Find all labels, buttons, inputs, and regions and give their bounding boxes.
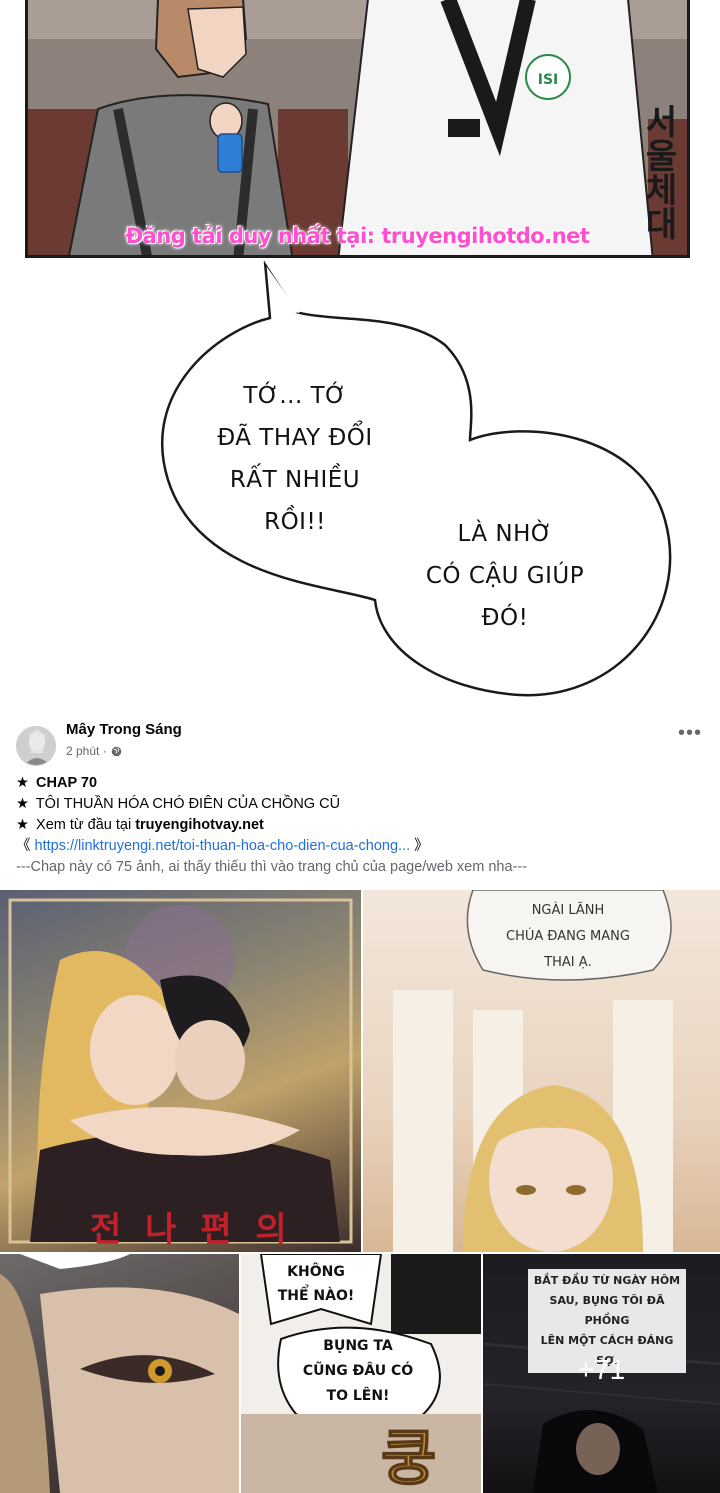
post-line-title: ★ TÔI THUẦN HÓA CHÓ ĐIÊN CỦA CHỒNG CŨ [16, 794, 706, 815]
post-time: 2 phút · [66, 744, 122, 758]
sound-effect: 쿵 [381, 1424, 436, 1493]
ellipsis-icon[interactable]: ••• [678, 723, 702, 743]
post-body: ★ CHAP 70 ★ TÔI THUẦN HÓA CHÓ ĐIÊN CỦA C… [16, 773, 706, 878]
avatar[interactable] [16, 726, 56, 766]
chapter-link[interactable]: https://linktruyengi.net/toi-thuan-hoa-c… [35, 838, 411, 854]
star-icon: ★ [16, 775, 29, 791]
photo-tile-3[interactable] [0, 1254, 239, 1493]
globe-icon [111, 746, 121, 756]
post-line-link: 《 https://linktruyengi.net/toi-thuan-hoa… [16, 838, 429, 854]
speech-bubbles [161, 258, 672, 697]
facebook-post: Mây Trong Sáng 2 phút · ••• ★ CHAP 70 ★ … [0, 708, 720, 890]
cover-title: 전 나 편 의 [90, 1210, 293, 1250]
more-photos-count[interactable]: +71 [483, 1354, 720, 1386]
photo-tile-4[interactable]: 쿵 KHÔNG THỂ NÀO! BỤNG TA CŨNG ĐÂU CÓ TO … [241, 1254, 481, 1493]
star-icon: ★ [16, 796, 29, 812]
photo-tile-5[interactable]: BẮT ĐẦU TỪ NGÀY HÔM SAU, BỤNG TÔI ĐÃ PHỒ… [483, 1254, 720, 1493]
post-line-note: ---Chap này có 75 ảnh, ai thấy thiếu thì… [16, 859, 528, 875]
photo-tile-2[interactable]: NGÀI LÃNH CHÚA ĐANG MANG THAI Ạ. [363, 890, 720, 1252]
tile-4-caption-a: KHÔNG THỂ NÀO! [277, 1264, 355, 1304]
speech-bubble-2: LÀ NHỜ CÓ CẬU GIÚP ĐÓ! [425, 521, 585, 631]
tile-2-caption: NGÀI LÃNH CHÚA ĐANG MANG THAI Ạ. [506, 903, 630, 970]
speech-bubble-1: TỚ... TỚ ĐÃ THAY ĐỔI RẤT NHIỀU RỒI!! [217, 383, 373, 535]
post-timestamp[interactable]: 2 phút · [66, 744, 107, 758]
star-icon: ★ [16, 817, 29, 833]
photo-tile-1[interactable]: 전 나 편 의 [0, 890, 361, 1252]
source-site: truyengihotvay.net [135, 817, 264, 833]
post-author[interactable]: Mây Trong Sáng [66, 721, 182, 738]
post-line-chap: ★ CHAP 70 [16, 773, 706, 794]
cover-artwork [8, 898, 353, 1244]
tile-4-caption-b: BỤNG TA CŨNG ĐÂU CÓ TO LÊN! [302, 1338, 414, 1404]
post-image-grid: 전 나 편 의 NGÀI LÃNH CHÚA ĐANG MANG THAI Ạ. [0, 890, 720, 1493]
comic-panel: ISI 서울체대 Đăng tải duy nhất tại: truyengi… [0, 0, 720, 708]
tile-3-artwork [0, 1254, 239, 1493]
post-line-source: ★ Xem từ đầu tại truyengihotvay.net [16, 815, 706, 836]
